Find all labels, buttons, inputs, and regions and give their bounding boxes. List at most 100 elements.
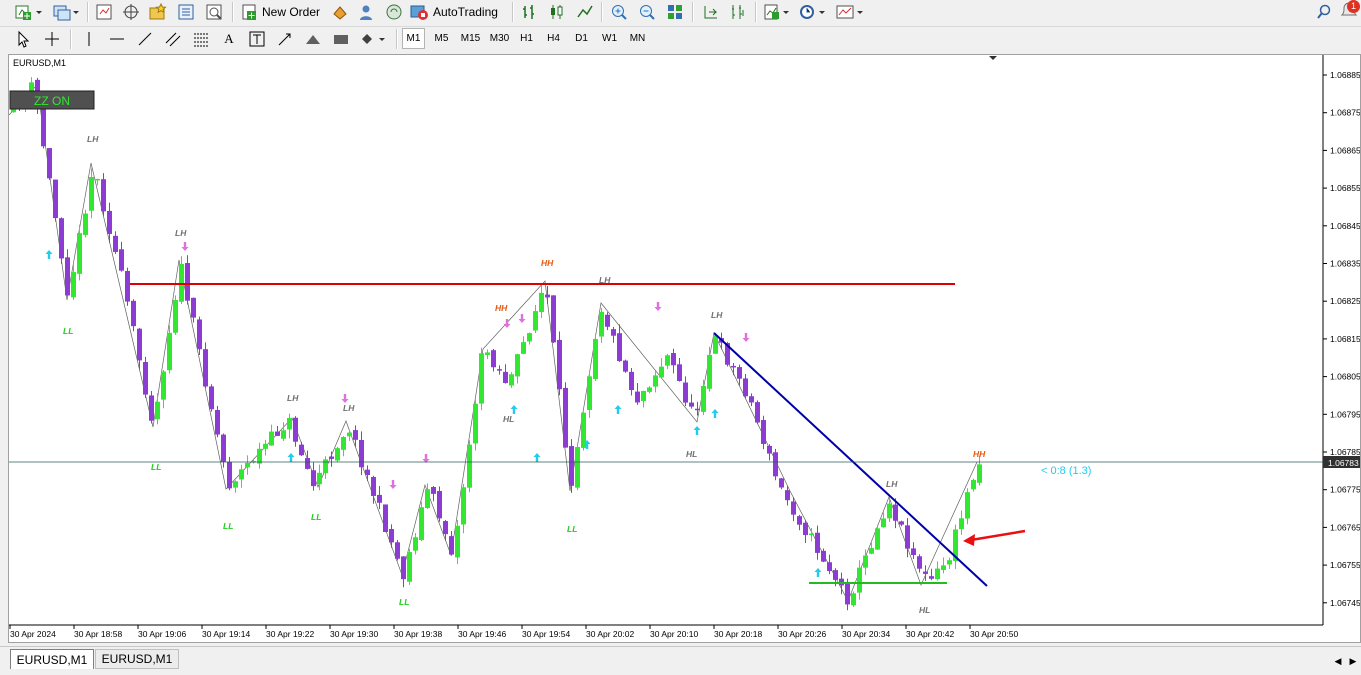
timeframe-m30[interactable]: M30 (486, 28, 513, 49)
candle-body (65, 257, 70, 296)
candle-body (539, 292, 544, 313)
swing-label: LH (287, 393, 299, 403)
new-order-button[interactable]: New Order (240, 1, 324, 22)
candlestick-icon[interactable] (546, 1, 568, 22)
indicators-button[interactable] (762, 1, 792, 22)
timeframe-mn[interactable]: MN (625, 28, 650, 49)
candle-body (959, 518, 964, 530)
crosshair-tool-icon[interactable] (41, 28, 63, 49)
candle-body (227, 461, 232, 489)
candle-body (341, 437, 346, 450)
timeframe-d1[interactable]: D1 (570, 28, 593, 49)
candle-body (443, 521, 448, 535)
candle-body (455, 525, 460, 558)
candle-body (551, 295, 556, 343)
candle-body (41, 107, 46, 147)
candle-body (593, 339, 598, 379)
periods-button[interactable] (797, 1, 829, 22)
tab-eurusd-m1[interactable]: EURUSD,M1 (95, 649, 179, 669)
candle-body (887, 503, 892, 519)
timeframe-m1[interactable]: M1 (402, 28, 425, 49)
tabs-scroll-right-icon[interactable]: ▶ (1347, 651, 1359, 672)
history-icon[interactable] (329, 1, 351, 22)
price-tick-label: 1.06865 (1330, 145, 1360, 155)
candle-body (881, 518, 886, 528)
timeframe-w1[interactable]: W1 (598, 28, 621, 49)
rectangle-icon[interactable] (330, 28, 352, 49)
candle-body (107, 210, 112, 234)
candle-body (911, 548, 916, 555)
candle-body (419, 507, 424, 541)
market-watch-icon[interactable] (93, 1, 115, 22)
candle-body (101, 179, 106, 212)
candle-body (125, 270, 130, 302)
candle-body (143, 362, 148, 395)
text-tool-icon[interactable]: A (218, 28, 240, 49)
tab-eurusd-m1-active[interactable]: EURUSD,M1 (10, 649, 94, 669)
swing-label: LL (567, 524, 577, 534)
candle-body (869, 548, 874, 554)
chart-symbol-label: EURUSD,M1 (13, 58, 66, 68)
line-chart-icon[interactable] (574, 1, 596, 22)
templates-button[interactable] (834, 1, 866, 22)
timeframe-h4[interactable]: H4 (542, 28, 565, 49)
tile-windows-icon[interactable] (664, 1, 686, 22)
candle-body (695, 408, 700, 411)
signals-icon[interactable] (355, 1, 377, 22)
equidistant-channel-icon[interactable] (162, 28, 184, 49)
terminal-icon[interactable] (175, 1, 197, 22)
candle-body (221, 434, 226, 462)
timeframe-m15[interactable]: M15 (457, 28, 484, 49)
candle-body (821, 550, 826, 562)
sell-signal-arrow-icon (389, 480, 397, 489)
tabs-scroll-left-icon[interactable]: ◀ (1332, 651, 1344, 672)
bar-chart-icon[interactable] (518, 1, 540, 22)
candle-body (383, 504, 388, 533)
timeframe-m5[interactable]: M5 (430, 28, 453, 49)
candle-body (509, 374, 514, 386)
text-label-icon[interactable] (246, 28, 268, 49)
candle-body (929, 576, 934, 579)
zoom-in-icon[interactable] (608, 1, 630, 22)
candle-body (749, 396, 754, 403)
search-icon[interactable] (1314, 1, 1334, 22)
cursor-icon[interactable] (13, 28, 33, 49)
timeframe-h1[interactable]: H1 (515, 28, 538, 49)
profiles-button[interactable] (50, 1, 82, 22)
time-tick-label: 30 Apr 20:10 (650, 629, 698, 639)
price-tick-label: 1.06785 (1330, 447, 1360, 457)
horizontal-line-icon[interactable] (106, 28, 128, 49)
candle-body (665, 355, 670, 366)
price-chart[interactable]: 1.06885 1.06875 1.06865 1.06855 1.06845 1.068… (9, 55, 1360, 642)
notifications-button[interactable]: 1 (1338, 0, 1360, 22)
price-tick-label: 1.06805 (1330, 372, 1360, 382)
triangle-icon[interactable] (302, 28, 324, 49)
candle-body (311, 470, 316, 487)
crosshair-icon[interactable] (120, 1, 142, 22)
candle-body (947, 560, 952, 565)
chart-shift-icon[interactable] (727, 1, 749, 22)
trendline-icon[interactable] (134, 28, 156, 49)
vertical-line-icon[interactable] (78, 28, 100, 49)
swing-label: HH (973, 449, 986, 459)
swing-label: LH (886, 479, 898, 489)
fibonacci-icon[interactable] (190, 28, 212, 49)
candle-body (815, 532, 820, 553)
buy-signal-arrow-icon (510, 405, 518, 414)
candle-body (329, 456, 334, 459)
candle-body (473, 403, 478, 444)
strategy-tester-icon[interactable] (203, 1, 225, 22)
market-icon[interactable] (383, 1, 405, 22)
auto-scroll-icon[interactable] (699, 1, 721, 22)
chart-window[interactable]: 1.06885 1.06875 1.06865 1.06855 1.06845 1.068… (8, 54, 1361, 643)
shapes-menu-button[interactable] (358, 28, 388, 49)
candle-body (767, 445, 772, 454)
autotrading-button[interactable]: AutoTrading (410, 1, 506, 22)
new-chart-button[interactable] (12, 1, 46, 22)
red-arrow-shaft (970, 529, 1026, 542)
arrows-tool-icon[interactable] (274, 28, 296, 49)
zoom-out-icon[interactable] (636, 1, 658, 22)
candle-body (521, 342, 526, 354)
favorites-icon[interactable] (147, 1, 169, 22)
candle-body (215, 409, 220, 435)
